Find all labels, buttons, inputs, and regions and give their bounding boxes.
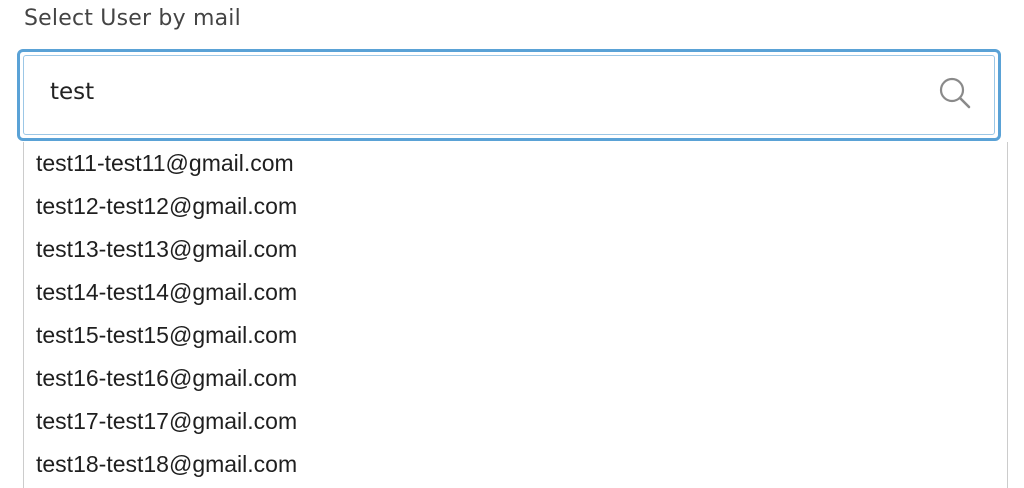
search-input[interactable] bbox=[50, 70, 910, 114]
dropdown-option[interactable]: test14-test14@gmail.com bbox=[24, 271, 1007, 314]
dropdown-option[interactable]: test16-test16@gmail.com bbox=[24, 357, 1007, 400]
dropdown-list: test11-test11@gmail.com test12-test12@gm… bbox=[23, 142, 1008, 488]
dropdown-option[interactable]: test12-test12@gmail.com bbox=[24, 185, 1007, 228]
dropdown-option[interactable]: test13-test13@gmail.com bbox=[24, 228, 1007, 271]
dropdown-option[interactable]: test15-test15@gmail.com bbox=[24, 314, 1007, 357]
dropdown-option[interactable]: test11-test11@gmail.com bbox=[24, 142, 1007, 185]
field-label: Select User by mail bbox=[24, 6, 241, 31]
dropdown-option[interactable]: test18-test18@gmail.com bbox=[24, 443, 1007, 486]
search-box[interactable] bbox=[17, 49, 1001, 141]
search-icon[interactable] bbox=[938, 76, 972, 110]
dropdown-option[interactable]: test17-test17@gmail.com bbox=[24, 400, 1007, 443]
